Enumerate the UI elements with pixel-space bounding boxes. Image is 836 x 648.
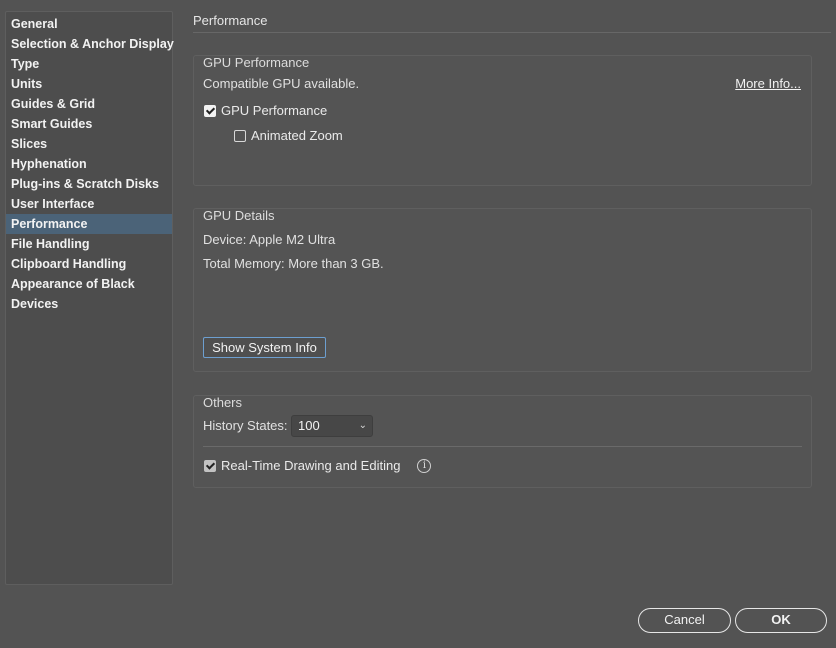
sidebar-item-file-handling[interactable]: File Handling	[6, 234, 172, 254]
gpu-performance-group: GPU Performance Compatible GPU available…	[193, 55, 812, 186]
total-memory-text: Total Memory: More than 3 GB.	[203, 256, 384, 271]
sidebar-item-slices[interactable]: Slices	[6, 134, 172, 154]
sidebar-item-devices[interactable]: Devices	[6, 294, 172, 314]
sidebar-item-plugins-scratch-disks[interactable]: Plug-ins & Scratch Disks	[6, 174, 172, 194]
sidebar-item-guides-grid[interactable]: Guides & Grid	[6, 94, 172, 114]
realtime-drawing-checkbox[interactable]	[204, 459, 216, 472]
others-divider	[203, 446, 802, 447]
sidebar: General Selection & Anchor Display Type …	[5, 11, 174, 585]
animated-zoom-checkbox-label: Animated Zoom	[251, 128, 343, 143]
sidebar-item-units[interactable]: Units	[6, 74, 172, 94]
others-group-title: Others	[203, 395, 243, 410]
sidebar-item-clipboard-handling[interactable]: Clipboard Handling	[6, 254, 172, 274]
sidebar-item-general[interactable]: General	[6, 14, 172, 34]
sidebar-item-user-interface[interactable]: User Interface	[6, 194, 172, 214]
history-states-select[interactable]: 100 ⌄	[291, 415, 373, 437]
gpu-performance-group-title: GPU Performance	[203, 55, 310, 70]
more-info-link[interactable]: More Info...	[735, 76, 801, 91]
gpu-details-group-title: GPU Details	[203, 208, 275, 223]
sidebar-item-selection-anchor-display[interactable]: Selection & Anchor Display	[6, 34, 174, 54]
gpu-performance-checkbox-row[interactable]: GPU Performance	[204, 103, 327, 118]
sidebar-item-hyphenation[interactable]: Hyphenation	[6, 154, 172, 174]
page-title: Performance	[193, 13, 831, 33]
device-text: Device: Apple M2 Ultra	[203, 232, 336, 247]
realtime-drawing-checkbox-row[interactable]: Real-Time Drawing and Editing i	[204, 458, 432, 473]
animated-zoom-checkbox-row[interactable]: Animated Zoom	[234, 128, 343, 143]
realtime-drawing-checkbox-label: Real-Time Drawing and Editing	[221, 458, 401, 473]
history-states-label: History States:	[203, 418, 288, 433]
ok-button[interactable]: OK	[735, 608, 827, 633]
sidebar-item-type[interactable]: Type	[6, 54, 172, 74]
info-icon[interactable]: i	[417, 458, 432, 473]
history-states-value: 100	[298, 418, 320, 433]
chevron-down-icon: ⌄	[358, 420, 367, 431]
gpu-performance-checkbox[interactable]	[204, 104, 216, 117]
animated-zoom-checkbox[interactable]	[234, 129, 246, 142]
preferences-dialog: General Selection & Anchor Display Type …	[0, 0, 836, 648]
gpu-details-group: GPU Details Device: Apple M2 Ultra Total…	[193, 208, 812, 372]
sidebar-item-smart-guides[interactable]: Smart Guides	[6, 114, 172, 134]
gpu-performance-checkbox-label: GPU Performance	[221, 103, 328, 118]
show-system-info-button[interactable]: Show System Info	[203, 337, 326, 358]
sidebar-item-performance[interactable]: Performance	[6, 214, 172, 234]
sidebar-item-appearance-of-black[interactable]: Appearance of Black	[6, 274, 172, 294]
others-group: Others History States: 100 ⌄ Real-Time D…	[193, 395, 812, 488]
cancel-button[interactable]: Cancel	[638, 608, 731, 633]
gpu-status-text: Compatible GPU available.	[203, 76, 360, 91]
